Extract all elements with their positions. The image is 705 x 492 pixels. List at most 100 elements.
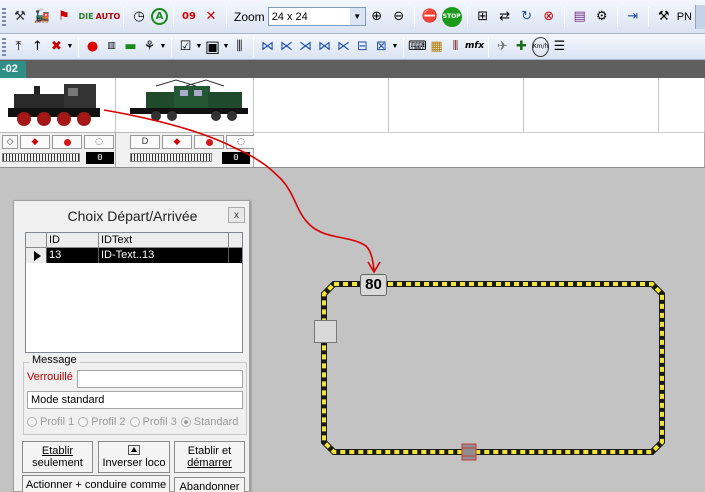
establish-only-button[interactable]: Etablir seulement: [22, 441, 93, 473]
loco-slot-empty[interactable]: [659, 78, 705, 132]
grid-header: ID IDText: [26, 233, 242, 248]
loco-slot-empty[interactable]: [524, 78, 659, 132]
table-row[interactable]: 13 ID-Text..13: [26, 248, 242, 263]
turnout-3-icon[interactable]: ⋊: [297, 37, 314, 57]
button-label-line1: Etablir: [41, 445, 74, 457]
toolbar-overflow[interactable]: [695, 4, 705, 29]
stop-dot-button[interactable]: [52, 135, 82, 149]
cell-idtext[interactable]: ID-Text..13: [99, 248, 229, 263]
emergency-stop-icon[interactable]: ⛔: [420, 7, 440, 27]
invert-loco-button[interactable]: Inverser loco: [98, 441, 170, 473]
plane-icon[interactable]: ✈: [494, 37, 511, 57]
radio-profil-1[interactable]: Profil 1: [27, 416, 74, 428]
turnaround-icon[interactable]: ◆: [20, 135, 50, 149]
chevron-down-icon[interactable]: ▼: [391, 43, 399, 50]
delete-track-icon[interactable]: ✖: [48, 37, 65, 57]
diesel-icon[interactable]: DIE: [76, 7, 96, 27]
clock-icon[interactable]: ◷: [129, 7, 149, 27]
bars-icon[interactable]: ▦: [428, 37, 445, 57]
grid-header-idtext[interactable]: IDText: [99, 233, 229, 247]
loco-slot-empty[interactable]: [254, 78, 389, 132]
split-icon[interactable]: ⫼: [231, 37, 248, 57]
tab-active[interactable]: -02: [0, 61, 26, 78]
checkbox-icon[interactable]: ☑: [177, 37, 194, 57]
radio-profil-2[interactable]: Profil 2: [78, 416, 126, 428]
list-icon[interactable]: ☰: [551, 37, 568, 57]
turnout-5-icon[interactable]: ⋉: [335, 37, 352, 57]
multi-icon[interactable]: ⊞: [473, 7, 493, 27]
invert-icon: [128, 445, 140, 455]
speed-slider[interactable]: [130, 153, 212, 162]
frame-icon[interactable]: ▣: [204, 37, 221, 57]
wheel-icon[interactable]: ⊗: [539, 7, 559, 27]
block-square[interactable]: [314, 320, 337, 343]
keyboard-icon[interactable]: ⌨: [408, 37, 427, 57]
zoom-select[interactable]: 24 x 24 ▼: [267, 7, 366, 26]
radio-profil-3[interactable]: Profil 3: [129, 416, 177, 428]
mfx-icon[interactable]: mfx: [465, 37, 484, 57]
chevron-down-icon[interactable]: ▼: [66, 43, 74, 50]
pn-tools-icon[interactable]: ⚒: [654, 7, 674, 27]
toolbar-grip[interactable]: [2, 37, 6, 56]
contact-icon[interactable]: ⚘: [141, 37, 158, 57]
reload-icon[interactable]: ⇄: [495, 7, 515, 27]
red-dot-icon[interactable]: ●: [84, 37, 101, 57]
pipes-icon[interactable]: ⫴: [447, 37, 464, 57]
function-icon[interactable]: ◌: [84, 135, 114, 149]
toolbar-separator: [616, 6, 618, 27]
decoder-icon[interactable]: ▥: [103, 37, 120, 57]
no-signal-icon[interactable]: ✕: [201, 7, 221, 27]
cell-id[interactable]: 13: [47, 248, 99, 263]
block-icon[interactable]: ▬: [122, 37, 139, 57]
book-icon[interactable]: ▤: [570, 7, 590, 27]
chevron-down-icon[interactable]: ▼: [349, 8, 365, 25]
turnout-7-icon[interactable]: ⊠: [373, 37, 390, 57]
speed-readout: 0: [222, 152, 250, 164]
door-icon[interactable]: ⇥: [623, 7, 643, 27]
pn-label[interactable]: PN: [677, 11, 692, 23]
auto-icon[interactable]: AUTO: [96, 7, 121, 27]
speed-slider[interactable]: [2, 153, 80, 162]
zoom-in-icon[interactable]: ⊕: [367, 7, 387, 27]
turnout-4-icon[interactable]: ⋈: [316, 37, 333, 57]
cancel-button[interactable]: Abandonner: [174, 477, 245, 492]
stop-dot-button[interactable]: [194, 135, 224, 149]
route-grid[interactable]: ID IDText 13 ID-Text..13: [25, 232, 243, 353]
mode-field[interactable]: Mode standard: [27, 391, 243, 409]
function-icon[interactable]: ◌: [226, 135, 256, 149]
arrow-up-bar-icon[interactable]: ↑: [29, 37, 46, 57]
direction-button[interactable]: ◇: [2, 135, 18, 149]
arrow-up-icon[interactable]: ⤒: [10, 37, 27, 57]
chevron-down-icon[interactable]: ▼: [159, 43, 167, 50]
loco-slot-steam[interactable]: [0, 78, 116, 132]
locomotive-icon[interactable]: 🚂: [32, 7, 52, 27]
counter-icon[interactable]: 09: [179, 7, 199, 27]
actionner-button[interactable]: Actionner + conduire comme: [22, 475, 170, 492]
chevron-down-icon[interactable]: ▼: [195, 43, 203, 50]
block-label[interactable]: 80: [360, 274, 387, 296]
decoder-button[interactable]: D: [130, 135, 160, 149]
grid-header-id[interactable]: ID: [47, 233, 99, 247]
signal-icon[interactable]: ⚑: [54, 7, 74, 27]
lock-field[interactable]: [77, 370, 243, 388]
turnout-6-icon[interactable]: ⊟: [354, 37, 371, 57]
zoom-label: Zoom: [234, 9, 265, 24]
loco-slot-empty[interactable]: [389, 78, 524, 132]
stop-icon[interactable]: STOP: [441, 6, 462, 27]
speed-icon[interactable]: Km/h: [532, 36, 549, 57]
close-icon[interactable]: x: [228, 207, 245, 223]
crossing-icon[interactable]: ✚: [513, 37, 530, 57]
a-circle-icon[interactable]: A: [151, 8, 168, 25]
loco-slot-electric[interactable]: [116, 78, 254, 132]
chevron-down-icon[interactable]: ▼: [222, 43, 230, 50]
cycle-icon[interactable]: ↻: [517, 7, 537, 27]
turnout-1-icon[interactable]: ⋈: [259, 37, 276, 57]
tools-icon[interactable]: ⚒: [10, 7, 30, 27]
turnaround-icon[interactable]: ◆: [162, 135, 192, 149]
toolbar-grip[interactable]: [2, 7, 6, 26]
turnout-2-icon[interactable]: ⋉: [278, 37, 295, 57]
radio-standard[interactable]: Standard: [180, 416, 238, 428]
zoom-out-icon[interactable]: ⊖: [389, 7, 409, 27]
gear-box-icon[interactable]: ⚙: [592, 7, 612, 27]
establish-start-button[interactable]: Etablir et démarrer: [174, 441, 245, 473]
